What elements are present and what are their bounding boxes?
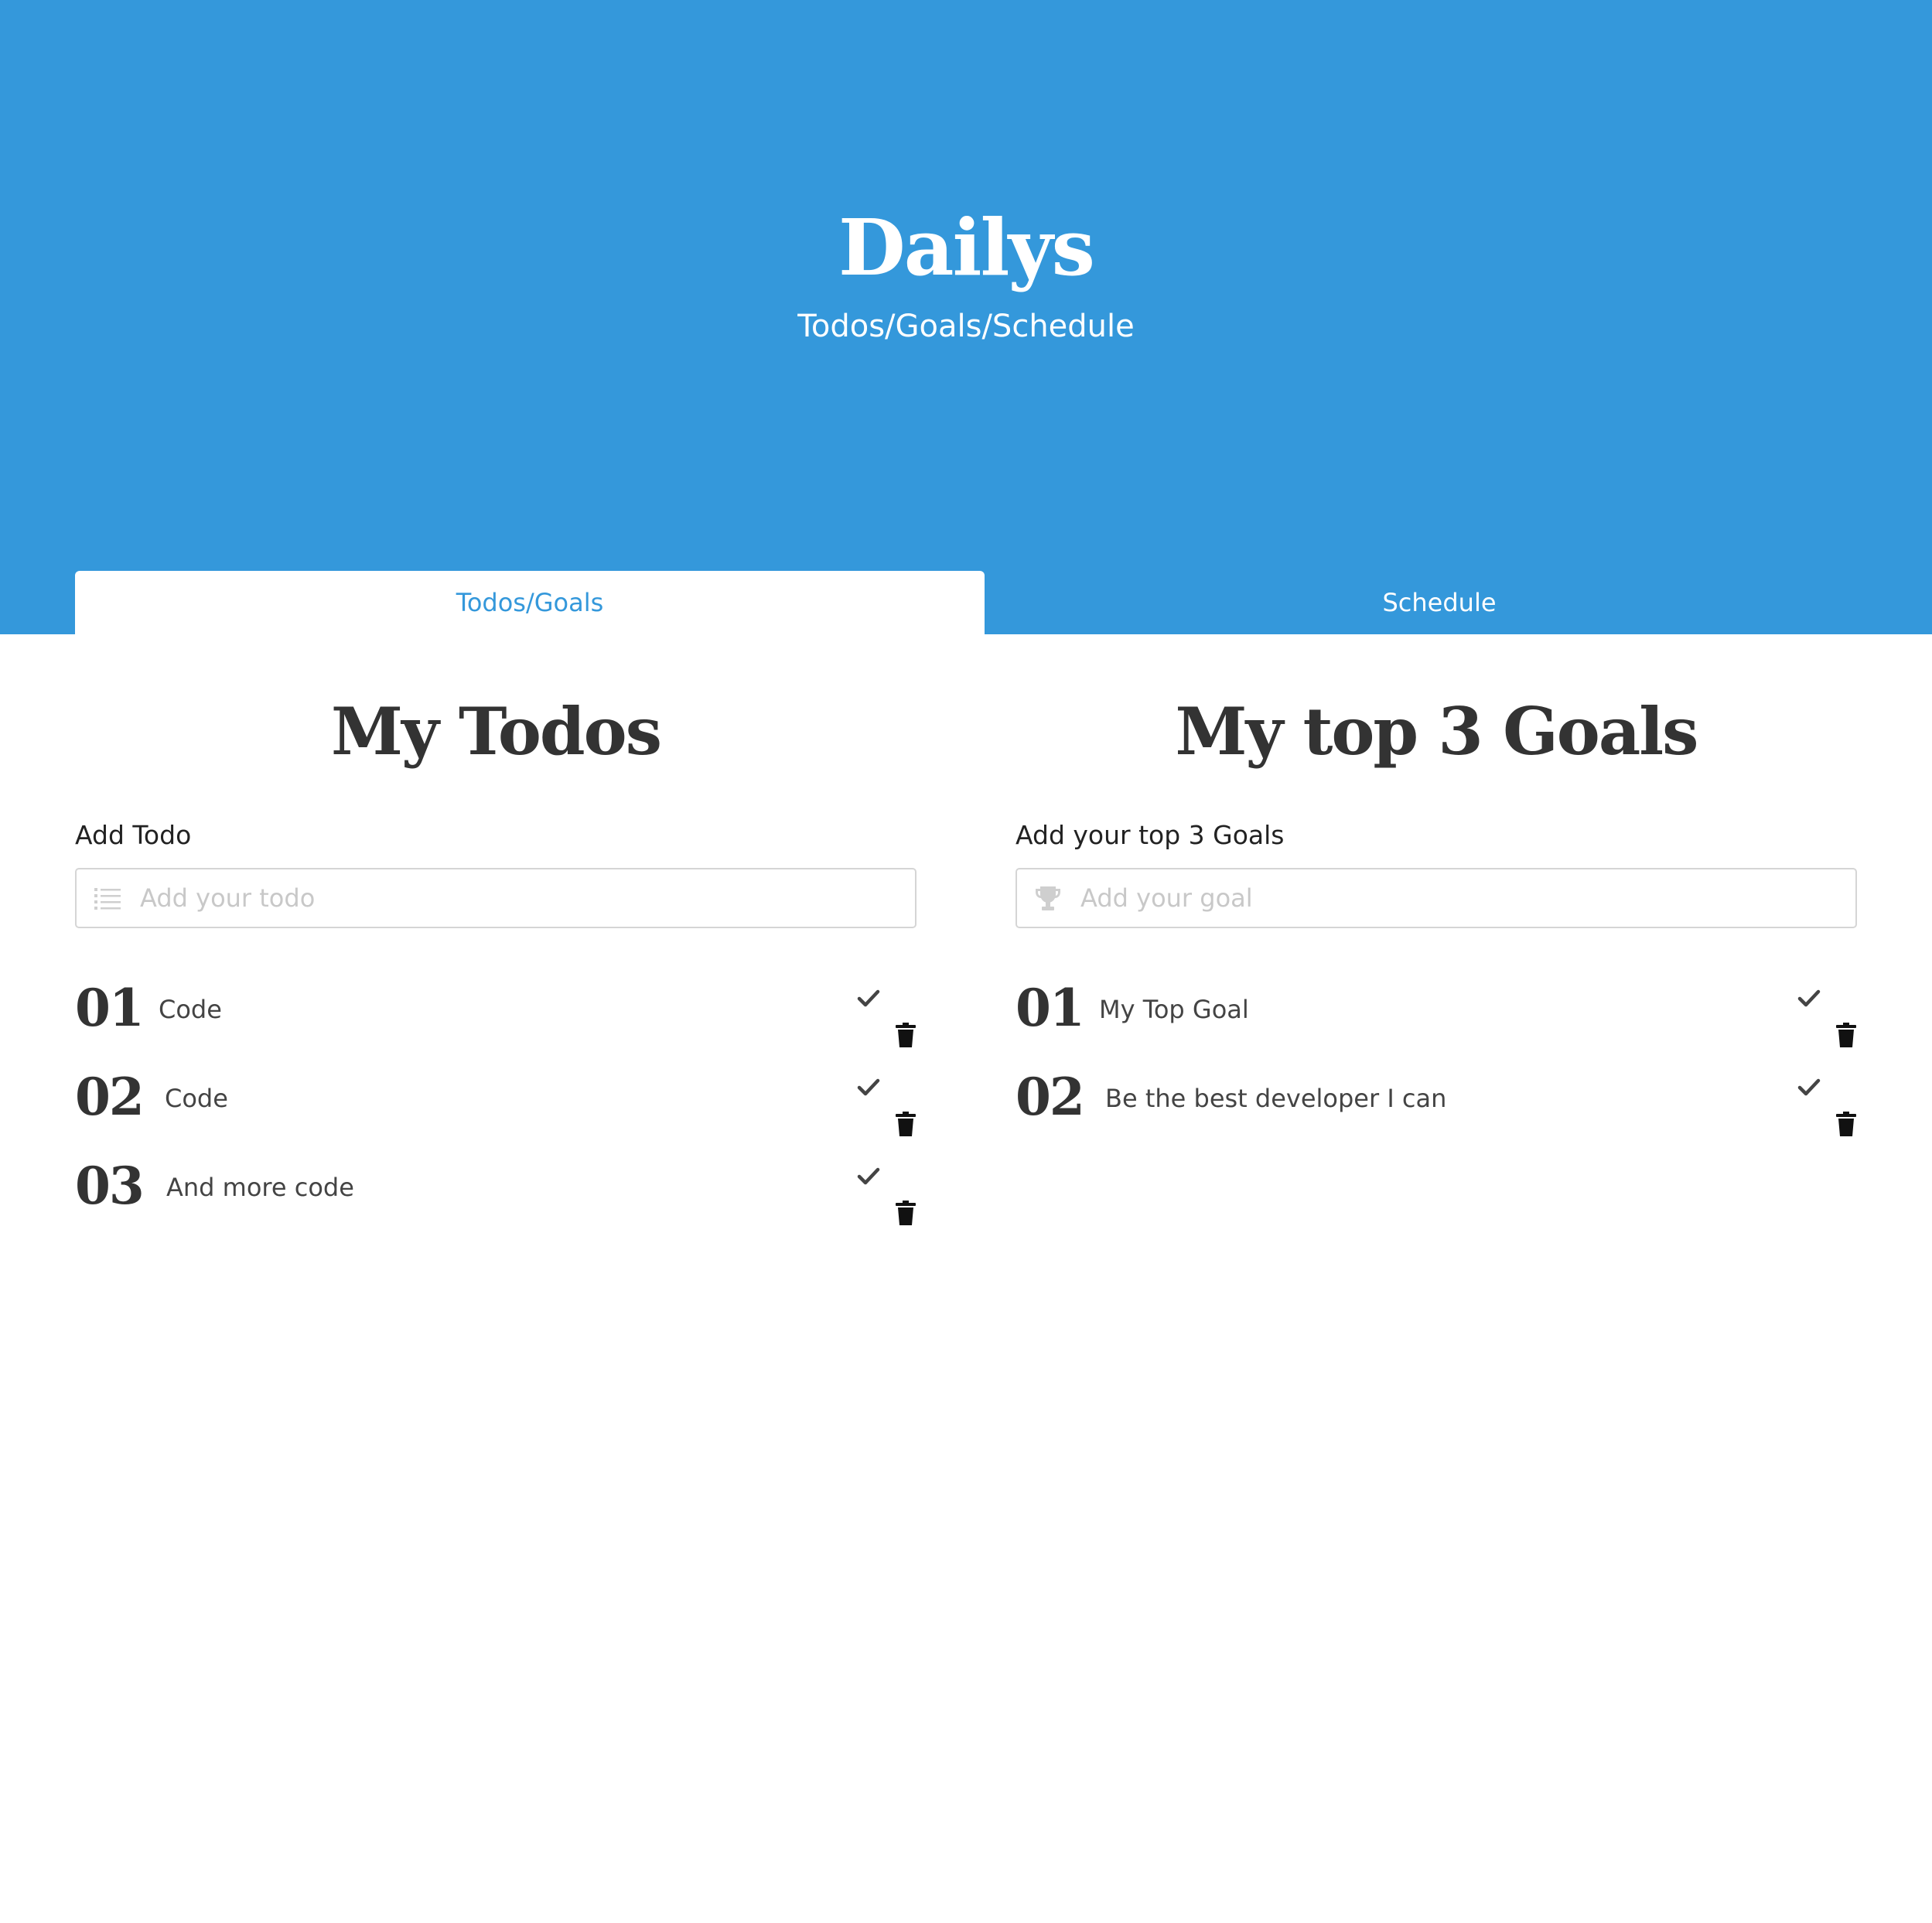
trash-icon[interactable] xyxy=(895,1023,917,1047)
goals-section: My top 3 Goals Add your top 3 Goals 01 M… xyxy=(1015,693,1857,1173)
todo-input[interactable] xyxy=(77,869,915,927)
goal-item: 01 My Top Goal xyxy=(1015,982,1857,1071)
todo-item: 03 And more code xyxy=(75,1160,917,1249)
check-icon[interactable] xyxy=(856,1163,881,1188)
check-icon[interactable] xyxy=(856,985,881,1010)
goal-input-wrapper xyxy=(1015,868,1857,928)
todo-text: And more code xyxy=(166,1173,354,1202)
goal-list: 01 My Top Goal 02 Be the best developer … xyxy=(1015,982,1857,1160)
todo-item: 02 Code xyxy=(75,1071,917,1160)
goal-number: 01 xyxy=(1015,978,1085,1038)
trash-icon[interactable] xyxy=(895,1201,917,1225)
todo-number: 01 xyxy=(75,978,145,1038)
goals-title: My top 3 Goals xyxy=(1175,693,1699,770)
goal-text: My Top Goal xyxy=(1099,995,1249,1024)
todos-title: My Todos xyxy=(331,693,662,770)
goal-text: Be the best developer I can xyxy=(1105,1084,1447,1113)
trash-icon[interactable] xyxy=(1835,1112,1857,1136)
goal-number: 02 xyxy=(1015,1067,1085,1127)
goal-item: 02 Be the best developer I can xyxy=(1015,1071,1857,1160)
tab-schedule[interactable]: Schedule xyxy=(985,571,1894,634)
todo-item: 01 Code xyxy=(75,982,917,1071)
check-icon[interactable] xyxy=(856,1074,881,1099)
app-title: Dailys xyxy=(838,202,1095,293)
list-icon xyxy=(94,884,121,912)
todos-section: My Todos Add Todo 01 Code xyxy=(75,693,917,1262)
add-todo-label: Add Todo xyxy=(75,820,192,850)
trash-icon[interactable] xyxy=(1835,1023,1857,1047)
todo-input-wrapper xyxy=(75,868,917,928)
check-icon[interactable] xyxy=(1797,985,1821,1010)
app-subtitle: Todos/Goals/Schedule xyxy=(797,309,1135,344)
add-goal-label: Add your top 3 Goals xyxy=(1015,820,1285,850)
todo-list: 01 Code 02 Code 03 And more code xyxy=(75,982,917,1249)
todo-number: 02 xyxy=(75,1067,145,1127)
trash-icon[interactable] xyxy=(895,1112,917,1136)
tab-todos-goals[interactable]: Todos/Goals xyxy=(75,571,985,634)
goal-input[interactable] xyxy=(1017,869,1855,927)
check-icon[interactable] xyxy=(1797,1074,1821,1099)
todo-text: Code xyxy=(165,1084,228,1113)
todo-number: 03 xyxy=(75,1156,145,1216)
todo-text: Code xyxy=(159,995,222,1024)
trophy-icon xyxy=(1034,884,1062,912)
header-banner: Dailys Todos/Goals/Schedule xyxy=(0,0,1932,634)
